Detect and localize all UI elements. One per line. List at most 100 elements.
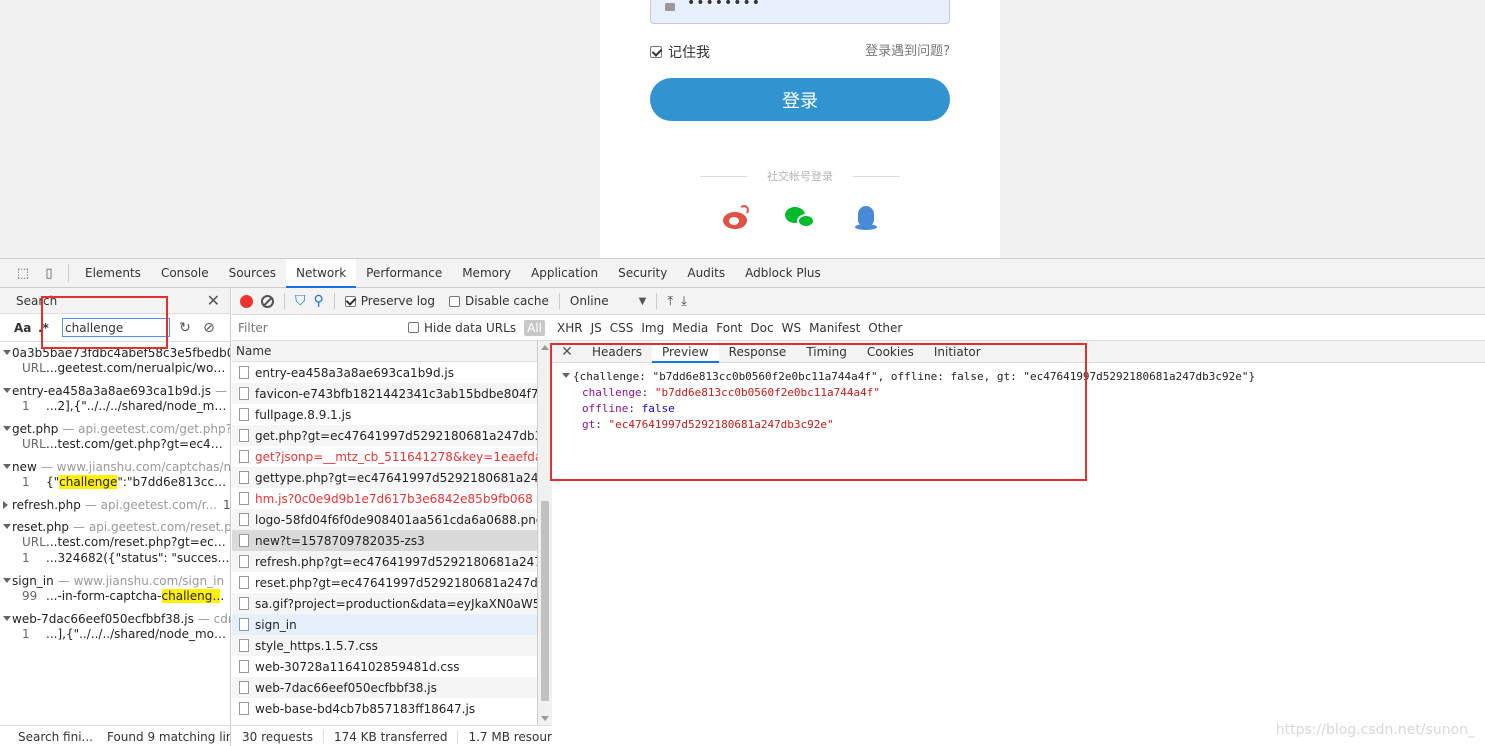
search-result-line[interactable]: URL ...geetest.com/nerualpic/word_l...	[0, 361, 230, 377]
remember-me[interactable]: 记住我	[650, 42, 710, 62]
tab-application[interactable]: Application	[521, 259, 608, 287]
login-problem-link[interactable]: 登录遇到问题?	[865, 40, 950, 59]
filter-icon[interactable]: ⛉	[295, 293, 306, 309]
detail-tab-preview[interactable]: Preview	[651, 341, 719, 363]
login-button[interactable]: 登录	[650, 78, 950, 121]
tab-network[interactable]: Network	[286, 259, 357, 288]
match-case-button[interactable]: Aa	[14, 321, 32, 335]
search-input[interactable]	[62, 318, 170, 337]
upload-icon[interactable]: ⤒	[667, 294, 673, 309]
json-root[interactable]: {challenge: "b7dd6e813cc0b0560f2e0bc11a7…	[562, 369, 1485, 385]
tab-elements[interactable]: Elements	[75, 259, 151, 287]
filter-type-ws[interactable]: WS	[782, 321, 801, 335]
request-row[interactable]: get.php?gt=ec47641997d5292180681a247db3c…	[232, 425, 537, 446]
request-row[interactable]: web-base-bd4cb7b857183ff18647.js	[232, 698, 537, 719]
preserve-log-toggle[interactable]: Preserve log	[344, 294, 435, 308]
search-result-line[interactable]: 1 ...],{"../../../shared/node_modules...	[0, 627, 230, 643]
divider	[333, 293, 335, 309]
filter-type-img[interactable]: Img	[641, 321, 664, 335]
filter-type-manifest[interactable]: Manifest	[809, 321, 860, 335]
regex-button[interactable]: .*	[38, 321, 56, 335]
search-result-file[interactable]: entry-ea458a3a8ae693ca1b9d.js— c...	[0, 383, 230, 399]
device-toolbar-icon[interactable]: ▯	[36, 259, 62, 287]
request-row[interactable]: fullpage.8.9.1.js	[232, 404, 537, 425]
remember-checkbox[interactable]	[650, 46, 662, 58]
scroll-down-icon[interactable]	[541, 716, 549, 721]
record-button[interactable]	[240, 294, 253, 308]
disable-cache-toggle[interactable]: Disable cache	[449, 294, 549, 308]
filter-type-css[interactable]: CSS	[610, 321, 634, 335]
filter-input[interactable]	[236, 318, 400, 337]
filter-type-xhr[interactable]: XHR	[557, 321, 583, 335]
search-result-file[interactable]: get.php — api.geetest.com/get.php?...	[0, 421, 230, 437]
clear-button[interactable]	[261, 294, 274, 308]
filter-type-media[interactable]: Media	[672, 321, 708, 335]
weibo-icon[interactable]	[720, 204, 750, 232]
filter-type-js[interactable]: JS	[591, 321, 602, 335]
request-row[interactable]: web-30728a1164102859481d.css	[232, 656, 537, 677]
request-row[interactable]: sign_in	[232, 614, 537, 635]
hide-data-urls-toggle[interactable]: Hide data URLs	[408, 321, 516, 335]
clear-icon[interactable]: ⊘	[200, 320, 218, 336]
request-row[interactable]: logo-58fd04f6f0de908401aa561cda6a0688.pn…	[232, 509, 537, 530]
download-icon[interactable]: ⤓	[681, 294, 687, 309]
search-result-file[interactable]: sign_in — www.jianshu.com/sign_in	[0, 573, 230, 589]
disable-cache-checkbox[interactable]	[449, 295, 461, 307]
detail-tab-response[interactable]: Response	[719, 341, 797, 362]
search-result-file[interactable]: refresh.php — api.geetest.com/r... 1	[0, 497, 230, 513]
tab-memory[interactable]: Memory	[452, 259, 521, 287]
tab-audits[interactable]: Audits	[677, 259, 735, 287]
request-row[interactable]: reset.php?gt=ec47641997d5292180681a247db…	[232, 572, 537, 593]
search-result-line[interactable]: 1 ...324682({"status": "success", "data..…	[0, 551, 230, 567]
tab-security[interactable]: Security	[608, 259, 677, 287]
name-column-header[interactable]: Name	[232, 341, 537, 362]
search-result-file[interactable]: new — www.jianshu.com/captchas/n...	[0, 459, 230, 475]
search-result-line[interactable]: 1 {"challenge":"b7dd6e813cc0b0560...	[0, 475, 230, 491]
request-row[interactable]: entry-ea458a3a8ae693ca1b9d.js	[232, 362, 537, 383]
detail-tab-cookies[interactable]: Cookies	[857, 341, 924, 362]
request-list-scrollbar[interactable]	[538, 341, 552, 725]
request-row[interactable]: sa.gif?project=production&data=eyJkaXN0a…	[232, 593, 537, 614]
throttle-select[interactable]: Online ▼	[570, 294, 646, 308]
tab-adblock-plus[interactable]: Adblock Plus	[735, 259, 831, 287]
search-result-file[interactable]: 0a3b5bae73fdbc4abef58c3e5fbedb07...	[0, 345, 230, 361]
request-row[interactable]: favicon-e743bfb1821442341c3ab15bdbe804f7…	[232, 383, 537, 404]
filter-type-other[interactable]: Other	[868, 321, 902, 335]
tab-console[interactable]: Console	[151, 259, 219, 287]
scroll-thumb[interactable]	[541, 501, 549, 701]
search-result-file[interactable]: reset.php— api.geetest.com/reset.ph...	[0, 519, 230, 535]
filter-type-doc[interactable]: Doc	[750, 321, 773, 335]
search-result-file[interactable]: web-7dac66eef050ecfbbf38.js— cdn...	[0, 611, 230, 627]
request-row[interactable]: new?t=1578709782035-zs3	[232, 530, 537, 551]
request-row[interactable]: style_https.1.5.7.css	[232, 635, 537, 656]
close-icon[interactable]: ✕	[207, 291, 220, 310]
devtools: ⬚ ▯ Elements Console Sources Network Perform…	[0, 258, 1485, 746]
filter-type-all[interactable]: All	[524, 319, 545, 336]
inspect-element-icon[interactable]: ⬚	[10, 259, 36, 287]
close-icon[interactable]: ✕	[552, 341, 582, 362]
search-result-line[interactable]: URL...test.com/get.php?gt=ec47641...	[0, 437, 230, 453]
detail-tab-initiator[interactable]: Initiator	[924, 341, 991, 362]
request-row[interactable]: refresh.php?gt=ec47641997d5292180681a247…	[232, 551, 537, 572]
refresh-icon[interactable]: ↻	[176, 320, 194, 336]
search-result-line[interactable]: 1 ...2],{"../../../shared/node_module...	[0, 399, 230, 415]
request-row[interactable]: gettype.php?gt=ec47641997d5292180681a247…	[232, 467, 537, 488]
password-field[interactable]: ••••••••	[650, 0, 950, 24]
tab-performance[interactable]: Performance	[356, 259, 452, 287]
preserve-log-checkbox[interactable]	[344, 295, 356, 307]
scroll-up-icon[interactable]	[541, 345, 549, 350]
request-row[interactable]: web-7dac66eef050ecfbbf38.js	[232, 677, 537, 698]
search-icon[interactable]: ⚲	[314, 293, 324, 309]
detail-tab-timing[interactable]: Timing	[796, 341, 857, 362]
wechat-icon[interactable]	[785, 204, 815, 232]
request-row[interactable]: hm.js?0c0e9d9b1e7d617b3e6842e85b9fb068	[232, 488, 537, 509]
hide-data-urls-checkbox[interactable]	[408, 322, 419, 333]
search-result-line[interactable]: 99 ...-in-form-captcha-challenge" na...	[0, 589, 230, 605]
expand-triangle-icon[interactable]	[562, 373, 570, 378]
detail-tab-headers[interactable]: Headers	[582, 341, 652, 362]
request-row[interactable]: get?jsonp=__mtz_cb_511641278&key=1eaefda…	[232, 446, 537, 467]
tab-sources[interactable]: Sources	[219, 259, 286, 287]
filter-type-font[interactable]: Font	[716, 321, 742, 335]
search-result-line[interactable]: URL ...test.com/reset.php?gt=ec476...	[0, 535, 230, 551]
qq-icon[interactable]	[850, 204, 880, 232]
